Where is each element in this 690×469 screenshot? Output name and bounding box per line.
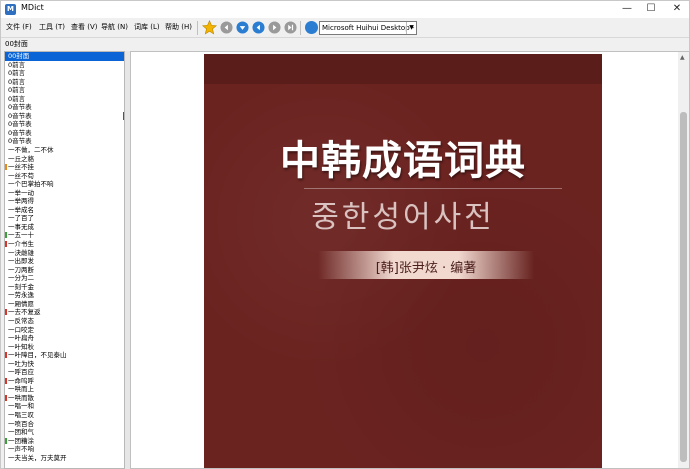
list-item[interactable]: 一呼百应 <box>5 368 124 377</box>
search-input[interactable] <box>5 38 125 50</box>
menu-tools[interactable]: 工具 (T) <box>39 22 65 32</box>
menu-library[interactable]: 词库 (L) <box>134 22 160 32</box>
list-item[interactable]: 一介书生 <box>5 240 124 249</box>
content-scrollbar[interactable]: ▲ <box>678 52 689 468</box>
list-item[interactable]: 0音节表 <box>5 129 124 138</box>
list-item[interactable]: 一出即发 <box>5 257 124 266</box>
star-icon[interactable] <box>202 20 217 35</box>
list-item[interactable]: 一团糟涂 <box>5 437 124 446</box>
next-icon[interactable] <box>268 21 281 34</box>
list-item[interactable]: 0前言 <box>5 95 124 104</box>
list-item[interactable]: 一刻千金 <box>5 283 124 292</box>
entry-marker <box>5 241 7 248</box>
list-item[interactable]: 0前言 <box>5 86 124 95</box>
list-item[interactable]: 一丝不挂 <box>5 163 124 172</box>
list-item[interactable]: 一命呜呼 <box>5 377 124 386</box>
list-item[interactable]: 一哄而上 <box>5 385 124 394</box>
list-item[interactable]: 一分为二 <box>5 274 124 283</box>
cover-top-band <box>204 54 602 84</box>
list-item[interactable]: 0音节表 <box>5 120 124 129</box>
speak-globe-icon[interactable] <box>305 21 318 34</box>
list-item[interactable]: 一決雌雄 <box>5 249 124 258</box>
list-item[interactable]: 一唱三叹 <box>5 411 124 420</box>
list-item[interactable]: 一团和气 <box>5 428 124 437</box>
entry-marker <box>5 437 7 444</box>
dictionary-select-value: Microsoft Huihui Desktop - C <box>322 24 417 32</box>
list-item[interactable]: 一哄而散 <box>5 394 124 403</box>
menu-toolbar-row: 文件 (F) 工具 (T) 查看 (V) 导航 (N) 词库 (L) 帮助 (H… <box>1 18 689 38</box>
word-list[interactable]: 00封面 0前言 0前言 0前言 0前言 0前言 0音节表 0音节表 0音节表 0音节表 0音节表一… <box>4 51 125 469</box>
down-icon[interactable] <box>236 21 249 34</box>
list-item[interactable]: 一声不响 <box>5 445 124 454</box>
entry-marker <box>5 232 7 239</box>
book-cover: 中韩成语词典 중한성어사전 [韩]张尹炫 · 编著 <box>204 54 602 468</box>
list-item[interactable]: 一不做，二不休 <box>5 146 124 155</box>
list-item[interactable]: 0前言 <box>5 61 124 70</box>
back-icon[interactable] <box>220 21 233 34</box>
list-item[interactable]: 0前言 <box>5 78 124 87</box>
list-item[interactable]: 00封面 <box>5 52 124 61</box>
dictionary-select[interactable]: Microsoft Huihui Desktop - C ▼ <box>319 21 417 35</box>
toolbar-separator <box>197 21 198 35</box>
entry-marker <box>5 394 7 401</box>
list-item[interactable]: 0前言 <box>5 69 124 78</box>
list-item[interactable]: 一反常态 <box>5 317 124 326</box>
scroll-up-icon[interactable]: ▲ <box>680 54 685 61</box>
list-item[interactable]: 一举一动 <box>5 189 124 198</box>
list-item[interactable]: 一举成名 <box>5 206 124 215</box>
list-item[interactable]: 一举两得 <box>5 197 124 206</box>
list-item[interactable]: 一丝不苟 <box>5 172 124 181</box>
list-item[interactable]: 一口咬定 <box>5 326 124 335</box>
list-item[interactable]: 一叶扁舟 <box>5 334 124 343</box>
list-item[interactable]: 一唱一和 <box>5 402 124 411</box>
list-item[interactable]: 一喷百合 <box>5 420 124 429</box>
menu-navigate[interactable]: 导航 (N) <box>101 22 128 32</box>
app-logo-icon: M <box>5 4 16 15</box>
previous-icon[interactable] <box>252 21 265 34</box>
list-item[interactable]: 一丘之貉 <box>5 155 124 164</box>
entry-marker <box>5 164 7 171</box>
list-item[interactable]: 一夫当关，万夫莫开 <box>5 454 124 463</box>
list-item[interactable]: 0音节表 <box>5 103 124 112</box>
cover-subtitle: 중한성어사전 <box>311 200 495 235</box>
list-item[interactable]: 一去不复返 <box>5 308 124 317</box>
list-item[interactable]: 一五一十 <box>5 231 124 240</box>
entry-marker <box>5 377 7 384</box>
chevron-down-icon[interactable]: ▼ <box>406 22 416 34</box>
list-item[interactable]: 一事无成 <box>5 223 124 232</box>
list-item[interactable]: 一了百了 <box>5 214 124 223</box>
list-item[interactable]: 一叶知秋 <box>5 343 124 352</box>
cover-author-band: [韩]张尹炫 · 编著 <box>318 251 534 279</box>
list-item[interactable]: 一个巴掌拍不响 <box>5 180 124 189</box>
entry-marker <box>5 309 7 316</box>
scrollbar-thumb[interactable] <box>680 112 687 462</box>
list-item[interactable]: 一叶障目，不见泰山 <box>5 351 124 360</box>
toolbar-separator <box>300 21 301 35</box>
entry-marker <box>5 352 7 359</box>
cover-author: [韩]张尹炫 · 编著 <box>375 261 477 276</box>
list-item[interactable]: 一厢情愿 <box>5 300 124 309</box>
window-title: MDict <box>21 3 44 12</box>
list-item[interactable]: 0音节表 <box>5 137 124 146</box>
mdict-window: M MDict — ☐ ✕ 文件 (F) 工具 (T) 查看 (V) 导航 (N… <box>0 0 690 469</box>
forward-icon[interactable] <box>284 21 297 34</box>
list-item[interactable]: 0音节表 <box>5 112 124 121</box>
content-pane: 中韩成语词典 중한성어사전 [韩]张尹炫 · 编著 ▲ <box>130 51 690 469</box>
list-item[interactable]: 一劳永逸 <box>5 291 124 300</box>
cover-divider <box>304 188 562 189</box>
menu-help[interactable]: 帮助 (H) <box>165 22 192 32</box>
title-bar: M MDict — ☐ ✕ <box>1 1 689 18</box>
menu-file[interactable]: 文件 (F) <box>6 22 32 32</box>
close-button[interactable]: ✕ <box>657 1 690 18</box>
list-item[interactable]: 一吐为快 <box>5 360 124 369</box>
menu-view[interactable]: 查看 (V) <box>71 22 97 32</box>
search-row <box>1 38 689 50</box>
cover-title: 中韩成语词典 <box>280 137 526 184</box>
list-item[interactable]: 一刀两断 <box>5 266 124 275</box>
